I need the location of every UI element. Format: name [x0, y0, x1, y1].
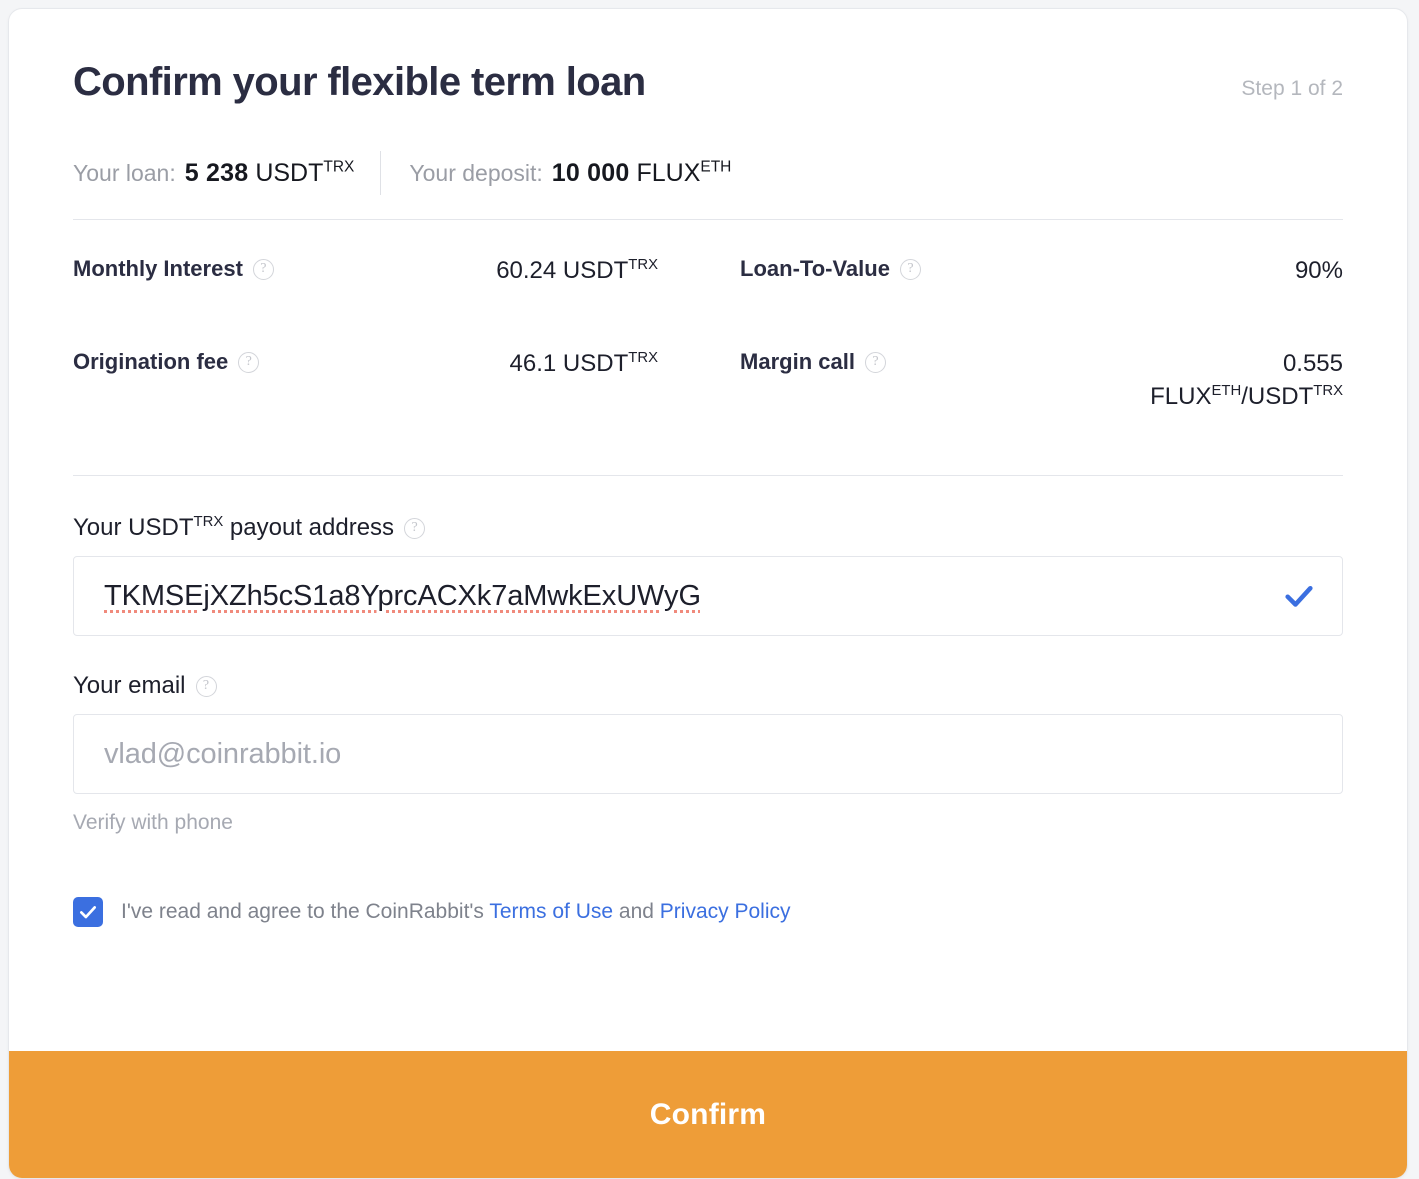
monthly-interest-label: Monthly Interest: [73, 256, 243, 281]
stat-row: Monthly Interest ? 60.24 USDTTRX Loan-To…: [73, 254, 1343, 287]
payout-address-label: Your USDTTRX payout address ?: [73, 514, 1343, 542]
step-indicator: Step 1 of 2: [1241, 77, 1343, 100]
margin-call-value: 0.555 FLUXETH/USDTTRX: [1150, 350, 1343, 410]
email-label: Your email ?: [73, 672, 1343, 700]
email-input[interactable]: vlad@coinrabbit.io: [73, 714, 1343, 794]
agreement-text-before: I've read and agree to the CoinRabbit's: [121, 900, 490, 923]
verify-with-phone-link[interactable]: Verify with phone: [73, 811, 1343, 835]
summary-deposit-label: Your deposit:: [409, 159, 543, 186]
loan-summary: Your loan: 5 238 USDTTRX Your deposit: 1…: [73, 151, 1343, 195]
stat-label: Margin call ?: [740, 347, 886, 377]
origination-fee-value: 46.1 USDTTRX: [509, 350, 659, 377]
monthly-interest-value: 60.24 USDTTRX: [496, 257, 659, 284]
checkbox-check-icon: [80, 906, 96, 919]
loan-confirmation-card: Confirm your flexible term loan Step 1 o…: [8, 8, 1408, 1179]
summary-deposit-ticker: FLUXETH: [636, 158, 732, 187]
page-title: Confirm your flexible term loan: [73, 60, 646, 104]
divider-bottom: [73, 475, 1343, 476]
loan-stats: Monthly Interest ? 60.24 USDTTRX Loan-To…: [73, 220, 1343, 413]
summary-deposit: Your deposit: 10 000 FLUXETH: [409, 159, 731, 188]
payout-address-field: Your USDTTRX payout address ? TKMSEjXZh5…: [73, 514, 1343, 636]
stat-label: Monthly Interest ?: [73, 254, 274, 284]
summary-loan-ticker: USDTTRX: [255, 158, 355, 187]
stat-origination-fee: Origination fee ? 46.1 USDTTRX: [73, 347, 676, 380]
terms-checkbox[interactable]: [73, 897, 103, 927]
origination-fee-label: Origination fee: [73, 349, 229, 374]
help-icon[interactable]: ?: [195, 675, 217, 697]
email-placeholder[interactable]: vlad@coinrabbit.io: [104, 738, 1316, 771]
confirm-button[interactable]: Confirm: [9, 1051, 1407, 1178]
help-icon[interactable]: ?: [404, 517, 426, 539]
payout-address-value[interactable]: TKMSEjXZh5cS1a8YprcACXk7aMwkExUWyG: [104, 580, 1266, 613]
privacy-policy-link[interactable]: Privacy Policy: [660, 900, 791, 923]
summary-loan-label: Your loan:: [73, 159, 176, 186]
help-icon[interactable]: ?: [252, 258, 274, 280]
margin-call-label: Margin call: [740, 349, 855, 374]
valid-check-icon: [1282, 579, 1316, 613]
stat-loan-to-value: Loan-To-Value ? 90%: [740, 254, 1343, 287]
summary-deposit-amount: 10 000: [551, 158, 630, 187]
header: Confirm your flexible term loan Step 1 o…: [73, 9, 1343, 105]
email-label-text: Your email: [73, 672, 186, 699]
help-icon[interactable]: ?: [899, 258, 921, 280]
email-field: Your email ? vlad@coinrabbit.io Verify w…: [73, 672, 1343, 835]
card-body: Confirm your flexible term loan Step 1 o…: [9, 9, 1407, 1053]
stat-row: Origination fee ? 46.1 USDTTRX Margin ca…: [73, 347, 1343, 413]
loan-to-value-value: 90%: [1294, 257, 1343, 284]
summary-divider: [380, 151, 382, 195]
help-icon[interactable]: ?: [864, 351, 886, 373]
stat-margin-call: Margin call ? 0.555 FLUXETH/USDTTRX: [740, 347, 1343, 413]
summary-loan: Your loan: 5 238 USDTTRX: [73, 159, 354, 188]
terms-of-use-link[interactable]: Terms of Use: [489, 900, 613, 923]
agreement-row: I've read and agree to the CoinRabbit's …: [73, 897, 1343, 927]
loan-to-value-label: Loan-To-Value: [740, 256, 890, 281]
agreement-text: I've read and agree to the CoinRabbit's …: [121, 900, 791, 924]
agreement-text-between: and: [613, 900, 660, 923]
stat-label: Origination fee ?: [73, 347, 260, 377]
summary-loan-network: TRX: [323, 158, 355, 176]
summary-loan-amount: 5 238: [184, 158, 249, 187]
stat-label: Loan-To-Value ?: [740, 254, 921, 284]
stat-monthly-interest: Monthly Interest ? 60.24 USDTTRX: [73, 254, 676, 287]
summary-deposit-network: ETH: [700, 158, 732, 176]
help-icon[interactable]: ?: [238, 351, 260, 373]
payout-address-input[interactable]: TKMSEjXZh5cS1a8YprcACXk7aMwkExUWyG: [73, 556, 1343, 636]
